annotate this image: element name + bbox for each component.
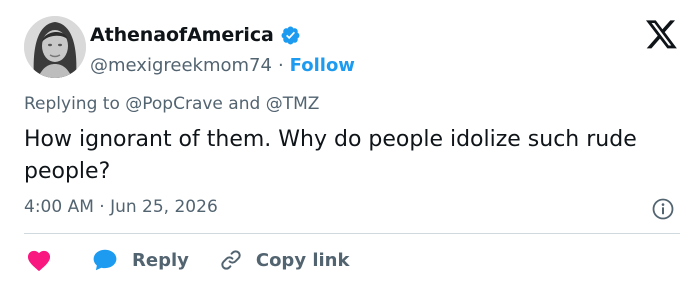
speech-bubble-icon xyxy=(92,248,118,272)
reply-conjunction: and xyxy=(228,94,261,114)
x-logo-icon[interactable] xyxy=(646,20,678,50)
reply-context: Replying to @PopCrave and @TMZ xyxy=(24,94,319,114)
like-button[interactable] xyxy=(26,248,52,272)
reply-label: Reply xyxy=(132,249,189,271)
link-icon xyxy=(219,248,243,272)
reply-button[interactable]: Reply xyxy=(92,248,189,272)
verified-badge-icon xyxy=(280,25,301,46)
copy-link-label: Copy link xyxy=(255,249,350,271)
heart-icon xyxy=(26,248,52,272)
name-row: AthenaofAmerica xyxy=(90,22,355,48)
info-icon[interactable] xyxy=(652,198,674,220)
avatar-image xyxy=(24,16,86,78)
divider xyxy=(24,233,680,234)
display-name[interactable]: AthenaofAmerica xyxy=(90,24,274,46)
handle[interactable]: @mexigreekmom74 xyxy=(90,55,272,76)
reply-prefix: Replying to xyxy=(24,94,120,114)
copy-link-button[interactable]: Copy link xyxy=(219,248,350,272)
avatar[interactable] xyxy=(24,16,86,78)
separator-dot: · xyxy=(277,55,284,76)
handle-row: @mexigreekmom74 · Follow xyxy=(90,55,355,76)
mention-tmz[interactable]: @TMZ xyxy=(266,94,320,114)
user-info: AthenaofAmerica @mexigreekmom74 · Follow xyxy=(90,22,355,76)
mention-popcrave[interactable]: @PopCrave xyxy=(125,94,223,114)
tweet-text: How ignorant of them. Why do people idol… xyxy=(24,127,637,184)
follow-button[interactable]: Follow xyxy=(290,55,355,76)
timestamp[interactable]: 4:00 AM · Jun 25, 2026 xyxy=(24,197,218,217)
action-bar: Reply Copy link xyxy=(24,245,349,275)
